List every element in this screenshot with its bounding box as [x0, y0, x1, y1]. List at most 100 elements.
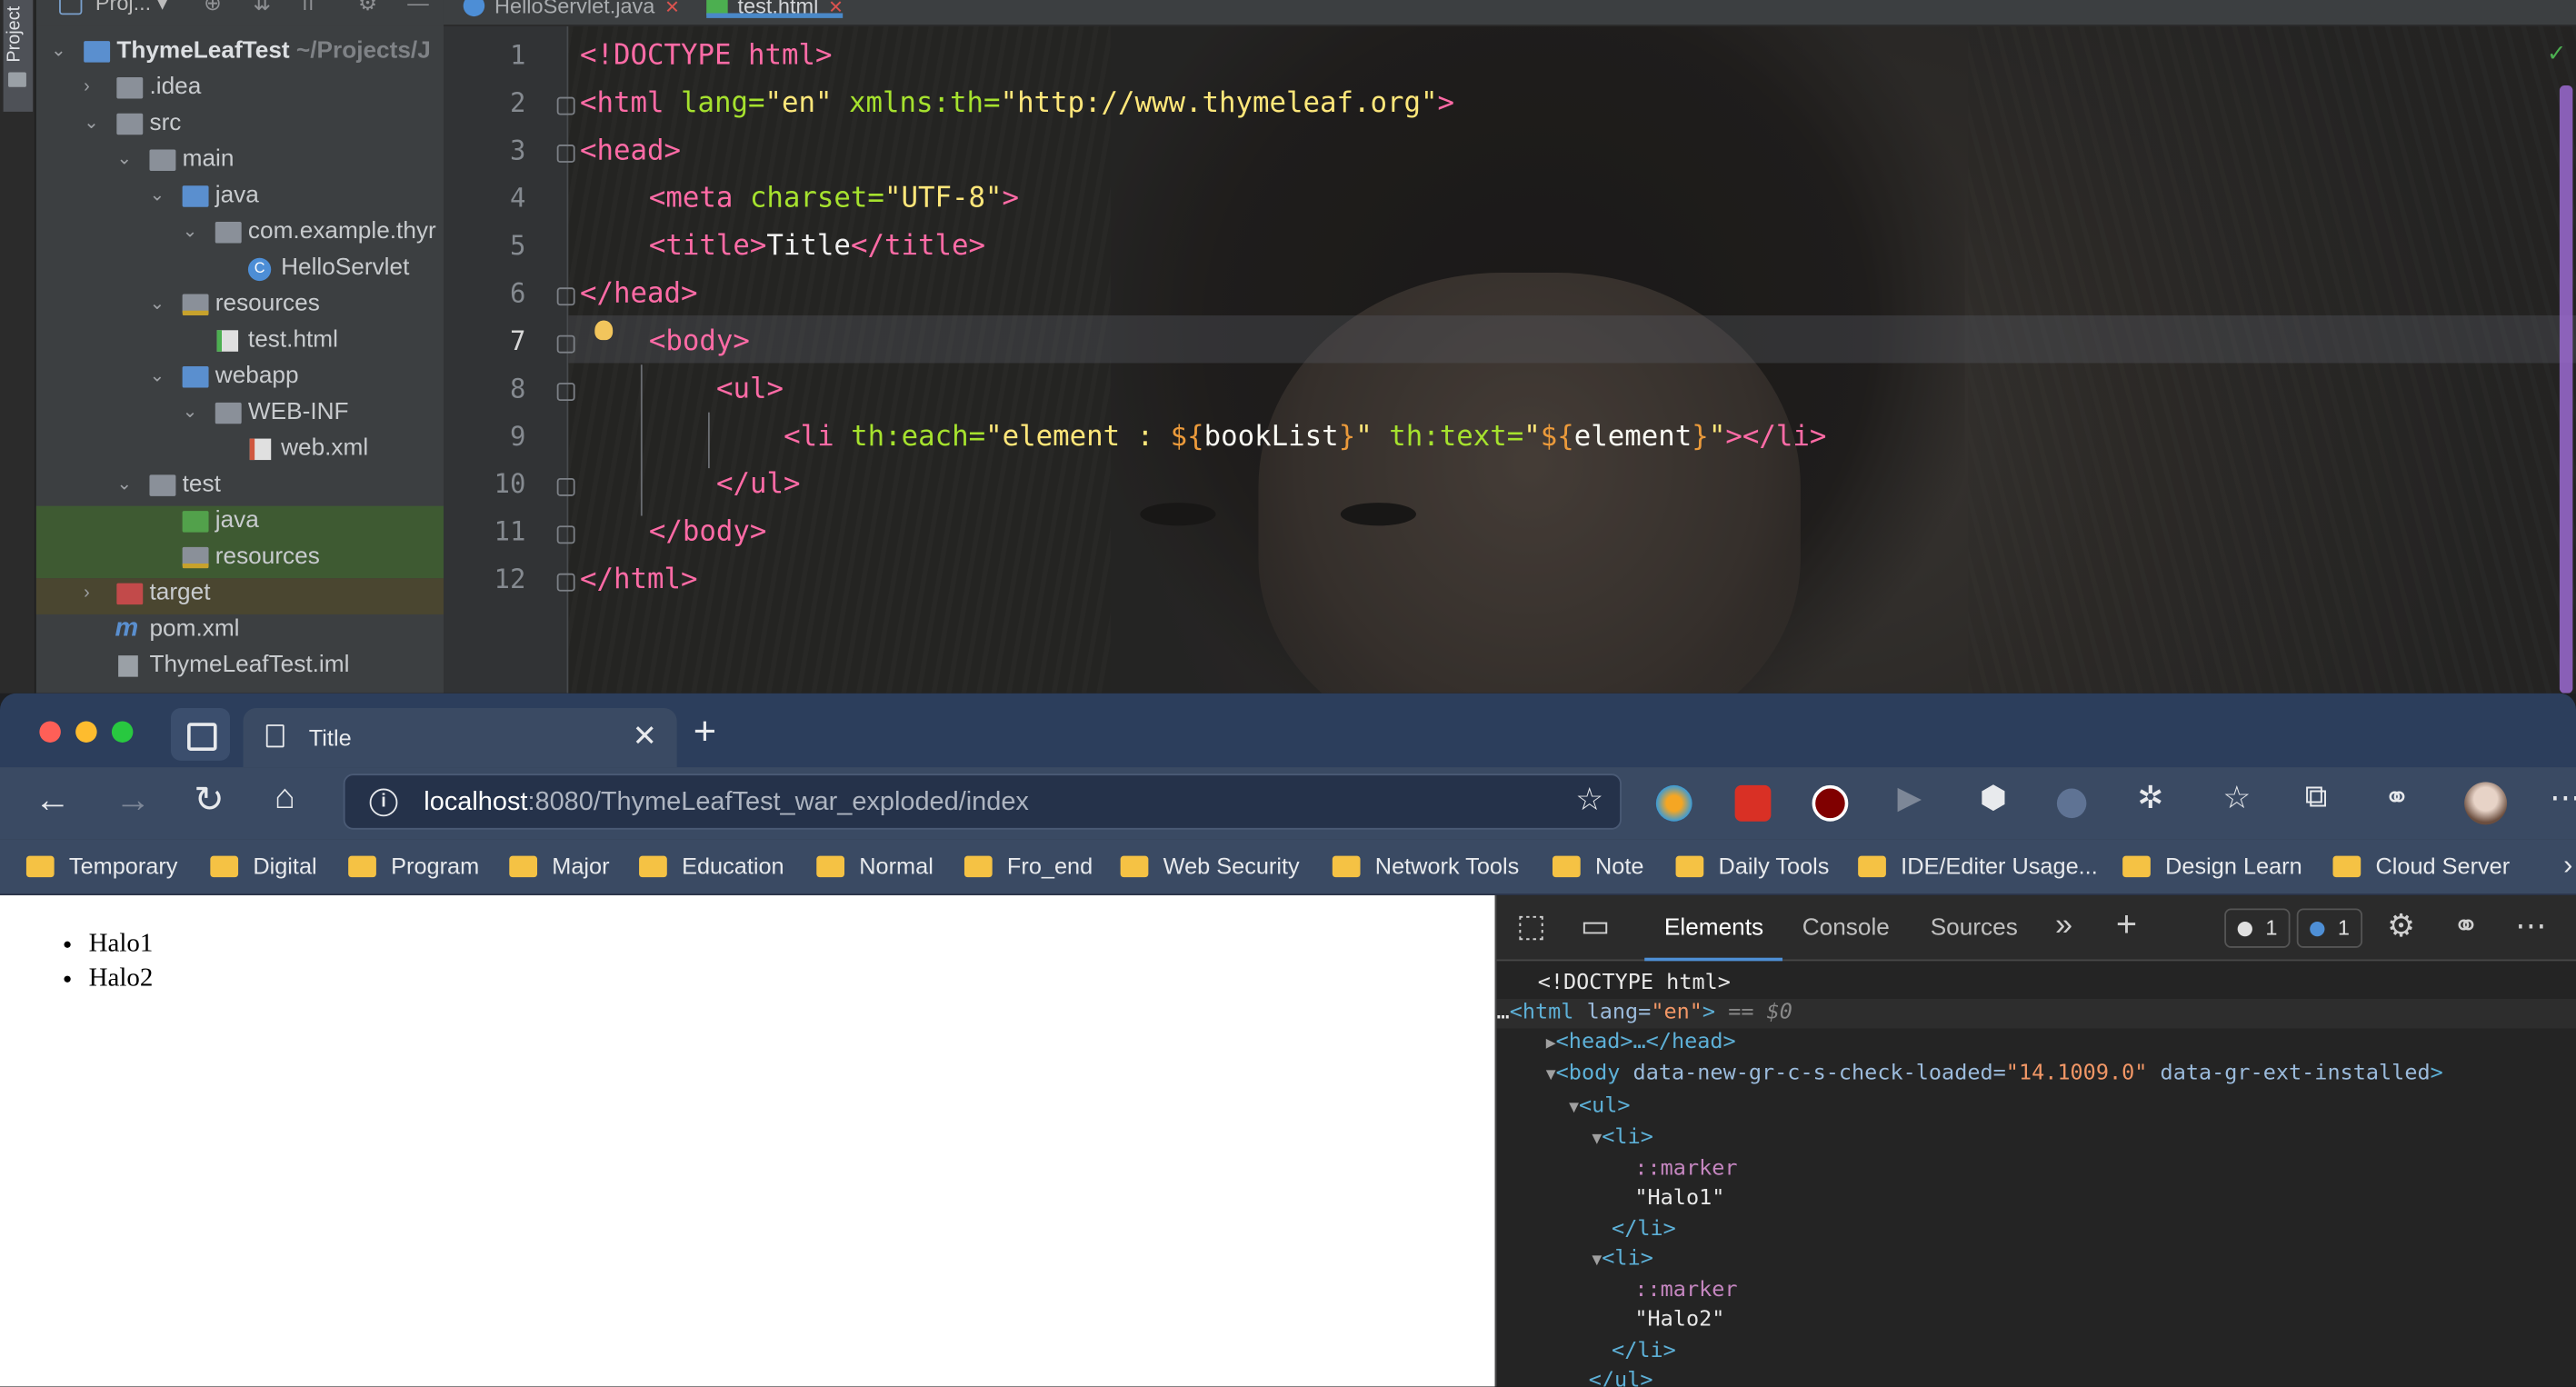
- tree-item-test-java[interactable]: java: [36, 503, 444, 539]
- home-button[interactable]: ⌂: [275, 779, 295, 818]
- profile-avatar[interactable]: [2464, 782, 2508, 825]
- refresh-button[interactable]: ↻: [194, 779, 224, 822]
- tree-item-test-resources[interactable]: resources: [36, 539, 444, 575]
- code-editor[interactable]: ✓: [568, 25, 2576, 694]
- dom-head-node[interactable]: ▶<head>…</head>: [1546, 1028, 1736, 1059]
- bookmarks-overflow-icon[interactable]: ›: [2563, 849, 2572, 882]
- tree-item-main-java[interactable]: ⌄ java: [36, 177, 444, 214]
- extension-icon[interactable]: ⬢: [1980, 781, 2007, 819]
- tree-item-src[interactable]: ⌄ src: [36, 105, 444, 142]
- url-text[interactable]: localhost:8080/ThymeLeafTest_war_explode…: [424, 789, 1029, 819]
- bookmark-folder[interactable]: Design Learn: [2122, 853, 2302, 879]
- close-icon[interactable]: ✕: [664, 0, 680, 18]
- more-menu-icon[interactable]: ⋯: [2515, 908, 2546, 946]
- tree-item-test-html[interactable]: test.html: [36, 322, 444, 358]
- bookmark-folder[interactable]: Program: [348, 853, 479, 879]
- dom-li-close[interactable]: </li>: [1612, 1337, 1676, 1367]
- tab-console[interactable]: Console: [1802, 915, 1890, 942]
- project-tool-tab[interactable]: Project: [3, 0, 34, 112]
- dom-html-node-selected[interactable]: …<html lang="en"> == $0: [1496, 998, 2576, 1029]
- editor-scrollbar[interactable]: [2559, 85, 2573, 694]
- inspect-element-icon[interactable]: ⬚: [1516, 908, 1545, 946]
- fold-marker-icon[interactable]: [556, 334, 575, 354]
- close-icon[interactable]: ✕: [828, 0, 844, 18]
- dom-marker[interactable]: ::marker: [1634, 1155, 1737, 1185]
- extension-icon[interactable]: [1734, 784, 1772, 822]
- project-view-selector[interactable]: Proj... ▾: [95, 0, 168, 16]
- fold-marker-icon[interactable]: [556, 145, 575, 163]
- dom-ul-close[interactable]: </ul>: [1589, 1367, 1653, 1387]
- bookmark-folder[interactable]: Normal: [816, 853, 934, 879]
- tree-item-idea[interactable]: › .idea: [36, 69, 444, 105]
- bookmark-folder[interactable]: Major: [509, 853, 610, 879]
- share-icon[interactable]: ⚭: [2384, 781, 2411, 819]
- expand-all-icon[interactable]: ⇊: [253, 0, 271, 16]
- bookmark-folder[interactable]: Fro_end: [964, 853, 1093, 879]
- share-icon[interactable]: ⚭: [2452, 908, 2479, 946]
- tree-item-project-root[interactable]: ⌄ ThymeLeafTest ~/Projects/J: [36, 33, 444, 69]
- tree-item-helloservlet[interactable]: C HelloServlet: [36, 250, 444, 286]
- hide-icon[interactable]: —: [407, 0, 428, 15]
- collapse-triangle-icon[interactable]: ▼: [1592, 1130, 1602, 1148]
- issues-badge[interactable]: 1: [2224, 908, 2291, 948]
- fold-marker-icon[interactable]: [556, 287, 575, 306]
- device-emulation-icon[interactable]: ▭: [1581, 908, 1610, 946]
- add-favorite-icon[interactable]: ☆: [1575, 782, 1603, 820]
- messages-badge[interactable]: 1: [2296, 908, 2363, 948]
- tree-item-test[interactable]: ⌄ test: [36, 466, 444, 503]
- address-bar[interactable]: i localhost:8080/ThymeLeafTest_war_explo…: [343, 773, 1622, 830]
- tree-item-web-inf[interactable]: ⌄ WEB-INF: [36, 394, 444, 431]
- maximize-window-button[interactable]: [111, 721, 134, 743]
- bookmark-folder[interactable]: Note: [1552, 853, 1643, 879]
- lightbulb-icon[interactable]: [594, 320, 614, 341]
- fold-marker-icon[interactable]: [556, 96, 575, 115]
- gear-icon[interactable]: ⚙: [358, 0, 377, 16]
- dom-body-node[interactable]: ▼<body data-new-gr-c-s-check-loaded="14.…: [1546, 1060, 2443, 1091]
- more-menu-icon[interactable]: ⋯: [2550, 781, 2576, 819]
- tree-item-webapp[interactable]: ⌄ webapp: [36, 358, 444, 394]
- play-icon[interactable]: ▶: [1898, 781, 1922, 819]
- tab-elements[interactable]: Elements: [1644, 915, 1784, 962]
- bookmark-folder[interactable]: Cloud Server: [2332, 853, 2510, 879]
- tree-item-resources[interactable]: ⌄ resources: [36, 285, 444, 322]
- new-tab-button[interactable]: +: [694, 710, 716, 756]
- cursor-extension-icon[interactable]: [2056, 788, 2087, 819]
- dom-text-node[interactable]: "Halo2": [1634, 1306, 1724, 1336]
- tab-actions-icon[interactable]: [170, 707, 231, 761]
- bookmark-folder[interactable]: Education: [639, 853, 784, 879]
- ublock-icon[interactable]: [1812, 784, 1849, 822]
- fold-marker-icon[interactable]: [556, 383, 575, 402]
- close-tab-icon[interactable]: ✕: [633, 720, 657, 754]
- collections-icon[interactable]: ⧉: [2305, 781, 2328, 817]
- fold-marker-icon[interactable]: [556, 573, 575, 592]
- bookmark-folder[interactable]: Web Security: [1120, 853, 1300, 879]
- fold-marker-icon[interactable]: [556, 525, 575, 544]
- favorites-icon[interactable]: ☆: [2222, 781, 2251, 819]
- bookmark-folder[interactable]: Network Tools: [1332, 853, 1519, 879]
- expand-triangle-icon[interactable]: ▶: [1546, 1035, 1556, 1053]
- dom-li-node[interactable]: ▼<li>: [1592, 1245, 1652, 1276]
- tab-helloservlet[interactable]: HelloServlet.java ✕: [463, 0, 680, 26]
- minimize-window-button[interactable]: [75, 721, 97, 743]
- site-info-icon[interactable]: i: [369, 788, 398, 817]
- dom-marker[interactable]: ::marker: [1634, 1276, 1737, 1306]
- tree-item-package[interactable]: ⌄ com.example.thyr: [36, 214, 444, 250]
- collapse-triangle-icon[interactable]: ▼: [1546, 1066, 1556, 1084]
- gear-icon[interactable]: ⚙: [2387, 908, 2415, 946]
- tree-item-iml[interactable]: ThymeLeafTest.iml: [36, 647, 444, 684]
- browser-tab-active[interactable]: Title ✕: [243, 707, 677, 768]
- bookmark-folder[interactable]: Temporary: [25, 853, 178, 879]
- dom-li-close[interactable]: </li>: [1612, 1215, 1676, 1245]
- forward-button[interactable]: →: [115, 779, 152, 822]
- tab-test-html[interactable]: test.html ✕: [706, 0, 844, 26]
- more-tabs-icon[interactable]: »: [2055, 908, 2072, 944]
- inspection-ok-icon[interactable]: ✓: [2547, 39, 2566, 67]
- bookmark-folder[interactable]: IDE/Editer Usage...: [1858, 853, 2098, 879]
- fold-marker-icon[interactable]: [556, 477, 575, 496]
- collapse-all-icon[interactable]: ⇈: [299, 0, 317, 16]
- tree-item-main[interactable]: ⌄ main: [36, 141, 444, 177]
- dom-text-node[interactable]: "Halo1": [1634, 1184, 1724, 1214]
- dom-doctype[interactable]: <!DOCTYPE html>: [1538, 969, 1731, 999]
- tab-sources[interactable]: Sources: [1931, 915, 2018, 942]
- tree-item-pom[interactable]: m pom.xml: [36, 611, 444, 647]
